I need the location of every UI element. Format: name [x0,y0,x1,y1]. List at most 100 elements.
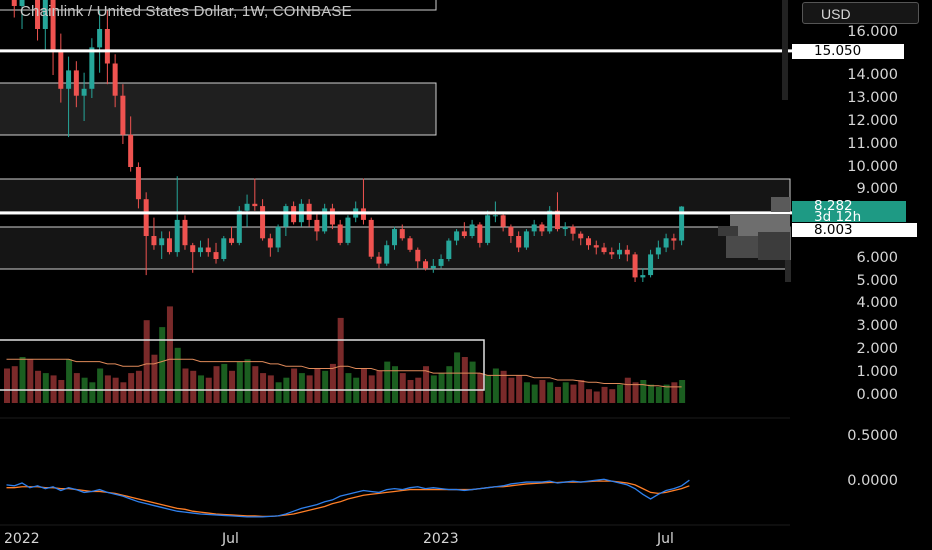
candle-body [609,252,615,255]
volume-bar [492,368,499,403]
volume-bar [523,382,530,403]
volume-bar [601,386,608,403]
volume-bar [35,370,42,403]
candle-body [128,134,134,167]
volume-bar [166,306,173,403]
volume-bar [586,389,592,403]
volume-bar [469,361,476,403]
volume-bar [679,380,686,403]
current-price-tag: 8.282 3d 12h [792,199,906,224]
candle-body [376,256,382,264]
volume-bar [508,377,515,403]
candle-body [174,219,180,253]
candle-body [166,238,172,253]
volume-bar [298,373,305,403]
oscillator-axis-label: 0.0000 [847,473,898,489]
volume-profile-block [782,0,788,100]
candle-body [617,249,623,255]
volume-bar [97,368,104,403]
volume-bar [190,370,197,403]
chart-title: Chainlink / United States Dollar, 1W, CO… [20,3,352,20]
candle-body [89,47,95,89]
volume-bar [260,373,267,403]
volume-bar [446,366,453,403]
candle-body [368,219,374,257]
volume-bar [267,375,274,403]
candle-body [531,224,537,232]
volume-bar [159,327,166,403]
candle-body [640,275,646,278]
candle-body [229,238,235,243]
price-axis-label: 11.000 [847,136,898,152]
candle-body [267,238,273,248]
candle-body [73,70,79,96]
volume-bar [376,370,383,403]
candle-body [236,210,242,243]
candle-body [578,233,584,239]
zone-box [0,82,437,136]
candle-body [562,226,568,230]
volume-bar [19,357,26,403]
volume-bar [454,352,461,403]
candle-body [190,245,196,253]
candle-body [213,252,219,259]
volume-bar [485,375,492,403]
volume-bar [73,373,80,403]
candle-body [392,229,397,246]
level-price-tag: 15.050 [792,44,904,59]
signal-line [6,480,690,518]
price-axis-label: 16.000 [847,24,898,40]
volume-pane [4,306,686,403]
volume-bar [322,370,329,403]
volume-bar [648,384,655,403]
volume-bar [58,380,65,403]
volume-profile [718,0,791,282]
volume-bar [539,380,546,403]
volume-bar [345,373,352,403]
volume-bar [368,375,375,403]
candle-body [485,215,491,243]
candle-body [655,247,661,255]
price-axis-label: 10.000 [847,159,898,175]
volume-bar [438,373,445,403]
volume-bar [213,366,220,403]
candle-body [477,224,483,243]
volume-bar [578,380,585,403]
volume-axis-label: 1.000 [856,364,898,380]
volume-bar [151,354,158,403]
candle-body [624,249,630,255]
volume-bar [198,375,204,403]
candle-body [648,254,654,276]
candle-body [275,226,281,248]
volume-bar [42,373,49,403]
candle-body [516,236,522,248]
candle-body [500,215,506,227]
volume-bar [593,391,600,403]
candle-body [244,203,250,211]
candle-body [593,245,599,248]
volume-bar [128,373,135,403]
volume-bar [244,359,251,403]
candle-body [120,95,126,135]
level-price-tag: 8.003 [792,223,917,237]
volume-bar [531,384,538,403]
oscillator-line [6,478,690,518]
candle-body [430,265,436,269]
time-axis-label: Jul [222,531,239,547]
volume-axis-label: 0.000 [856,387,898,403]
volume-profile-block [758,232,790,260]
candle-body [11,0,17,6]
oscillator-pane [6,478,690,518]
volume-bar [120,382,127,403]
candle-body [423,261,429,269]
candle-body [252,203,258,207]
volume-axis-label: 4.000 [856,295,898,311]
price-chart[interactable] [0,0,932,550]
candle-body [446,240,452,259]
volume-bar [407,380,414,403]
currency-selector[interactable]: USD [802,2,919,24]
volume-axis-label: 2.000 [856,341,898,357]
candle-body [314,219,320,232]
candle-body [182,219,188,246]
volume-profile-block [718,226,738,236]
